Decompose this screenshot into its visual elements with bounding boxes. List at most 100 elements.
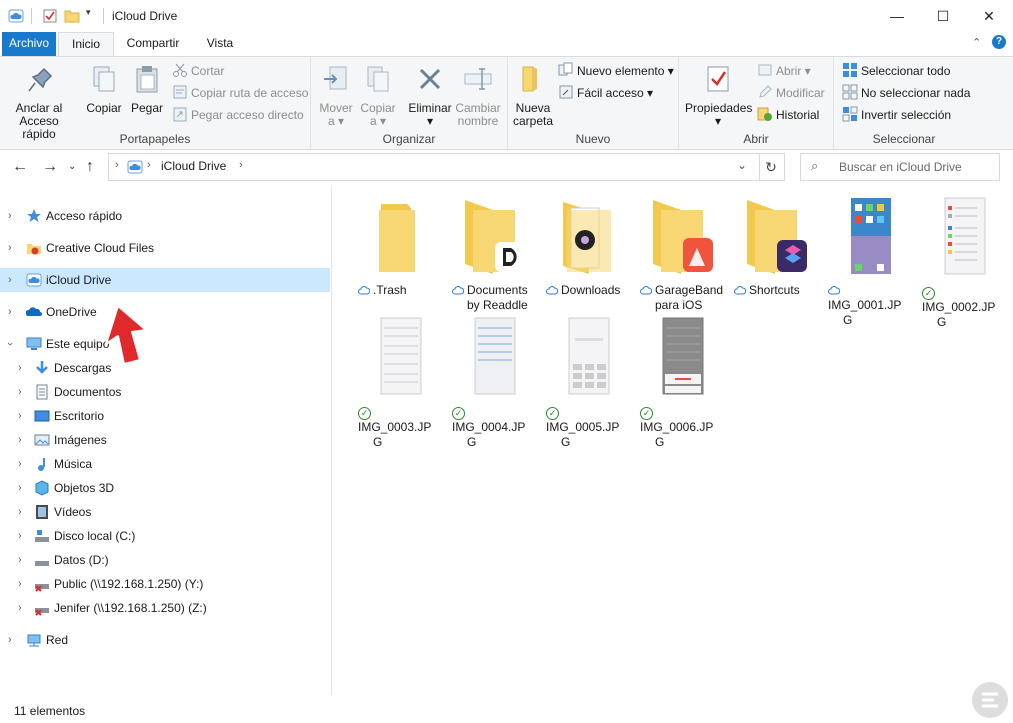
paste-shortcut-button[interactable]: Pegar acceso directo	[172, 105, 304, 125]
pane-splitter[interactable]	[331, 186, 332, 695]
copy-button[interactable]: Copiar	[84, 63, 124, 115]
file-item[interactable]: ✓IMG_0006.JP G	[636, 316, 726, 450]
collapse-ribbon-icon[interactable]: ⌃	[972, 36, 981, 49]
edit-button[interactable]: Modificar	[757, 83, 825, 103]
forward-arrow-icon[interactable]: →	[42, 158, 58, 176]
new-folder-quick-icon[interactable]	[64, 8, 80, 24]
history-button[interactable]: Historial	[757, 105, 819, 125]
nav-item-onedrive[interactable]: › OneDrive	[0, 300, 330, 324]
address-dropdown-icon[interactable]: ⌄	[737, 158, 747, 172]
group-portapapeles: Anclar al Acceso rápido Copiar Pegar Cor…	[0, 57, 311, 149]
expand-chevron-icon[interactable]: ›	[18, 572, 22, 596]
file-item[interactable]: IMG_0001.JP G	[824, 196, 914, 328]
minimize-button[interactable]: —	[874, 0, 920, 32]
customize-quick-access-icon[interactable]: ▾	[86, 7, 91, 18]
expand-chevron-icon[interactable]: ›	[8, 300, 12, 324]
tab-compartir[interactable]: Compartir	[116, 32, 190, 56]
copy-path-button[interactable]: Copiar ruta de acceso	[172, 83, 308, 103]
expand-chevron-icon[interactable]: ›	[8, 628, 12, 652]
file-name: Shortcuts	[749, 283, 800, 297]
recent-locations-chevron-icon[interactable]: ⌄	[68, 161, 76, 172]
new-folder-button[interactable]: Nueva carpeta	[512, 63, 554, 128]
search-box[interactable]: ⌕ Buscar en iCloud Drive	[800, 153, 1000, 181]
expand-chevron-icon[interactable]: ›	[18, 380, 22, 404]
expand-chevron-icon[interactable]: ›	[8, 204, 12, 228]
nav-item-icloud-drive[interactable]: › iCloud Drive	[0, 268, 330, 292]
tab-archivo[interactable]: Archivo	[2, 32, 56, 56]
cut-button[interactable]: Cortar	[172, 61, 224, 81]
synced-check-icon: ✓	[640, 407, 653, 420]
group-abrir: Propiedades ▾ Abrir ▾ Modificar Historia…	[679, 57, 834, 149]
help-icon[interactable]: ?	[992, 35, 1006, 49]
nav-item-descargas[interactable]: › Descargas	[0, 356, 330, 380]
close-button[interactable]: ✕	[966, 0, 1012, 32]
file-item[interactable]: Downloads	[542, 196, 632, 298]
expand-chevron-icon[interactable]: ›	[18, 524, 22, 548]
search-input[interactable]: Buscar en iCloud Drive	[839, 160, 962, 174]
separator	[103, 8, 104, 24]
open-button[interactable]: Abrir ▾	[757, 61, 811, 81]
easy-access-button[interactable]: Fácil acceso ▾	[558, 83, 653, 103]
maximize-button[interactable]: ☐	[920, 0, 966, 32]
tab-inicio[interactable]: Inicio	[58, 32, 114, 57]
nav-item-creative-cloud[interactable]: › Creative Cloud Files	[0, 236, 330, 260]
breadcrumb-chevron-icon[interactable]: ›	[239, 159, 243, 171]
file-item[interactable]: Shortcuts	[730, 196, 820, 298]
paste-button[interactable]: Pegar	[128, 63, 166, 115]
new-item-button[interactable]: Nuevo elemento ▾	[558, 61, 674, 81]
group-seleccionar: Seleccionar todo No seleccionar nada Inv…	[834, 57, 974, 149]
back-arrow-icon[interactable]: ←	[12, 158, 28, 176]
file-item[interactable]: .Trash	[354, 196, 444, 298]
invert-selection-button[interactable]: Invertir selección	[842, 105, 951, 125]
expand-chevron-icon[interactable]: ›	[8, 268, 12, 292]
file-item[interactable]: ✓IMG_0005.JP G	[542, 316, 632, 450]
expand-chevron-icon[interactable]: ›	[18, 596, 22, 620]
refresh-button[interactable]: ↻	[758, 153, 785, 181]
expand-chevron-icon[interactable]: ›	[18, 500, 22, 524]
nav-item-documentos[interactable]: › Documentos	[0, 380, 330, 404]
file-item[interactable]: Documents by Readdle	[448, 196, 538, 313]
expand-chevron-icon[interactable]: ›	[18, 476, 22, 500]
easy-access-icon	[559, 85, 573, 99]
properties-quick-icon[interactable]	[42, 8, 58, 24]
nav-item-escritorio[interactable]: › Escritorio	[0, 404, 330, 428]
expand-chevron-icon[interactable]: ›	[18, 356, 22, 380]
pin-quick-access-button[interactable]: Anclar al Acceso rápido	[6, 63, 72, 141]
file-item[interactable]: ✓IMG_0002.JP G	[918, 196, 1008, 330]
file-item[interactable]: ✓IMG_0003.JP G	[354, 316, 444, 450]
nav-item-este-equipo[interactable]: › Este equipo	[0, 332, 330, 356]
desktop-icon	[34, 410, 50, 422]
expand-chevron-icon[interactable]: ›	[18, 452, 22, 476]
nav-item-videos[interactable]: › Vídeos	[0, 500, 330, 524]
file-name: IMG_0004.JP	[452, 420, 526, 434]
nav-item-red[interactable]: › Red	[0, 628, 330, 652]
breadcrumb-chevron-icon[interactable]: ›	[115, 159, 119, 171]
address-bar[interactable]: › › iCloud Drive › ⌄	[108, 153, 760, 181]
tab-vista[interactable]: Vista	[196, 32, 244, 56]
nav-item-objetos-3d[interactable]: › Objetos 3D	[0, 476, 330, 500]
nav-item-disco-local[interactable]: › Disco local (C:)	[0, 524, 330, 548]
file-item[interactable]: ✓IMG_0004.JP G	[448, 316, 538, 450]
select-none-button[interactable]: No seleccionar nada	[842, 83, 970, 103]
drive-icon	[35, 561, 49, 566]
rename-button[interactable]: Cambiar nombre	[455, 63, 501, 128]
collapse-chevron-icon[interactable]: ›	[0, 342, 22, 346]
select-all-button[interactable]: Seleccionar todo	[842, 61, 950, 81]
delete-button[interactable]: Eliminar ▾	[407, 63, 453, 128]
expand-chevron-icon[interactable]: ›	[8, 236, 12, 260]
copy-to-button[interactable]: Copiar a ▾	[359, 63, 397, 128]
move-to-button[interactable]: Mover a ▾	[317, 63, 355, 128]
file-item[interactable]: GarageBand para iOS	[636, 196, 726, 313]
up-arrow-icon[interactable]: ↑	[86, 158, 94, 176]
expand-chevron-icon[interactable]: ›	[18, 548, 22, 572]
nav-item-public[interactable]: › Public (\\192.168.1.250) (Y:)	[0, 572, 330, 596]
breadcrumb-location[interactable]: iCloud Drive	[161, 159, 226, 173]
nav-item-musica[interactable]: › Música	[0, 452, 330, 476]
nav-item-jenifer[interactable]: › Jenifer (\\192.168.1.250) (Z:)	[0, 596, 330, 620]
properties-button[interactable]: Propiedades ▾	[685, 63, 752, 128]
nav-item-acceso-rapido[interactable]: › Acceso rápido	[0, 204, 330, 228]
nav-item-imagenes[interactable]: › Imágenes	[0, 428, 330, 452]
expand-chevron-icon[interactable]: ›	[18, 428, 22, 452]
expand-chevron-icon[interactable]: ›	[18, 404, 22, 428]
nav-item-datos[interactable]: › Datos (D:)	[0, 548, 330, 572]
